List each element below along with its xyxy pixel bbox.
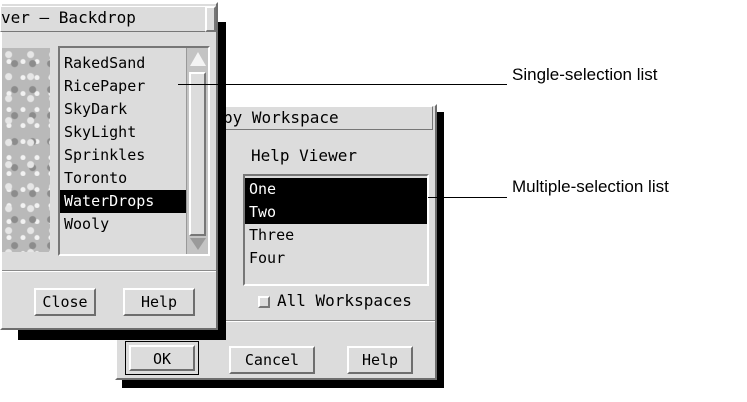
- backdrop-help-button[interactable]: Help: [123, 288, 195, 316]
- scroll-up-arrow-icon[interactable]: [190, 52, 206, 66]
- single-list-item[interactable]: SkyDark: [60, 98, 186, 121]
- backdrop-preview: [2, 48, 50, 252]
- backdrop-window-separator: [2, 270, 216, 272]
- single-list-item[interactable]: Wooly: [60, 213, 186, 236]
- multiple-callout-line: [428, 197, 507, 198]
- multiple-list-item[interactable]: Three: [245, 224, 427, 247]
- single-list-item[interactable]: Sprinkles: [60, 144, 186, 167]
- close-button[interactable]: Close: [34, 288, 96, 316]
- single-list-item[interactable]: RicePaper: [60, 75, 186, 98]
- cancel-button[interactable]: Cancel: [229, 346, 315, 374]
- ok-default-frame: OK: [125, 341, 199, 375]
- backdrop-window-title[interactable]: ver – Backdrop: [0, 6, 211, 32]
- list-scrollbar[interactable]: [186, 48, 208, 254]
- multiple-list-item[interactable]: Four: [245, 247, 427, 270]
- single-list-item[interactable]: RakedSand: [60, 52, 186, 75]
- scroll-down-arrow-icon[interactable]: [190, 238, 206, 250]
- all-workspaces-checkbox[interactable]: [258, 296, 270, 308]
- multiple-callout-label: Multiple-selection list: [512, 177, 669, 196]
- single-list-item[interactable]: WaterDrops: [60, 190, 186, 213]
- multiple-selection-list-items: One Two Three Four: [245, 178, 427, 270]
- copy-window-title[interactable]: py Workspace: [210, 106, 433, 130]
- single-selection-list[interactable]: RakedSand RicePaper SkyDark SkyLight Sprinkl…: [58, 46, 210, 256]
- single-selection-list-items: RakedSand RicePaper SkyDark SkyLight Sprinkl…: [60, 52, 186, 236]
- single-callout-label: Single-selection list: [512, 65, 658, 84]
- copy-window-subtitle: Help Viewer: [251, 146, 357, 165]
- ok-button[interactable]: OK: [129, 345, 195, 371]
- single-callout-line: [178, 84, 507, 85]
- backdrop-window: ver – Backdrop RakedSand RicePaper SkyDark…: [0, 2, 218, 330]
- multiple-list-item[interactable]: One: [245, 178, 427, 201]
- copy-help-button[interactable]: Help: [347, 346, 413, 374]
- all-workspaces-label: All Workspaces: [277, 291, 412, 310]
- window-menu-edge: [205, 6, 216, 32]
- multiple-selection-list[interactable]: One Two Three Four: [243, 174, 429, 286]
- multiple-list-item[interactable]: Two: [245, 201, 427, 224]
- scroll-thumb[interactable]: [189, 72, 206, 236]
- single-list-item[interactable]: SkyLight: [60, 121, 186, 144]
- single-list-item[interactable]: Toronto: [60, 167, 186, 190]
